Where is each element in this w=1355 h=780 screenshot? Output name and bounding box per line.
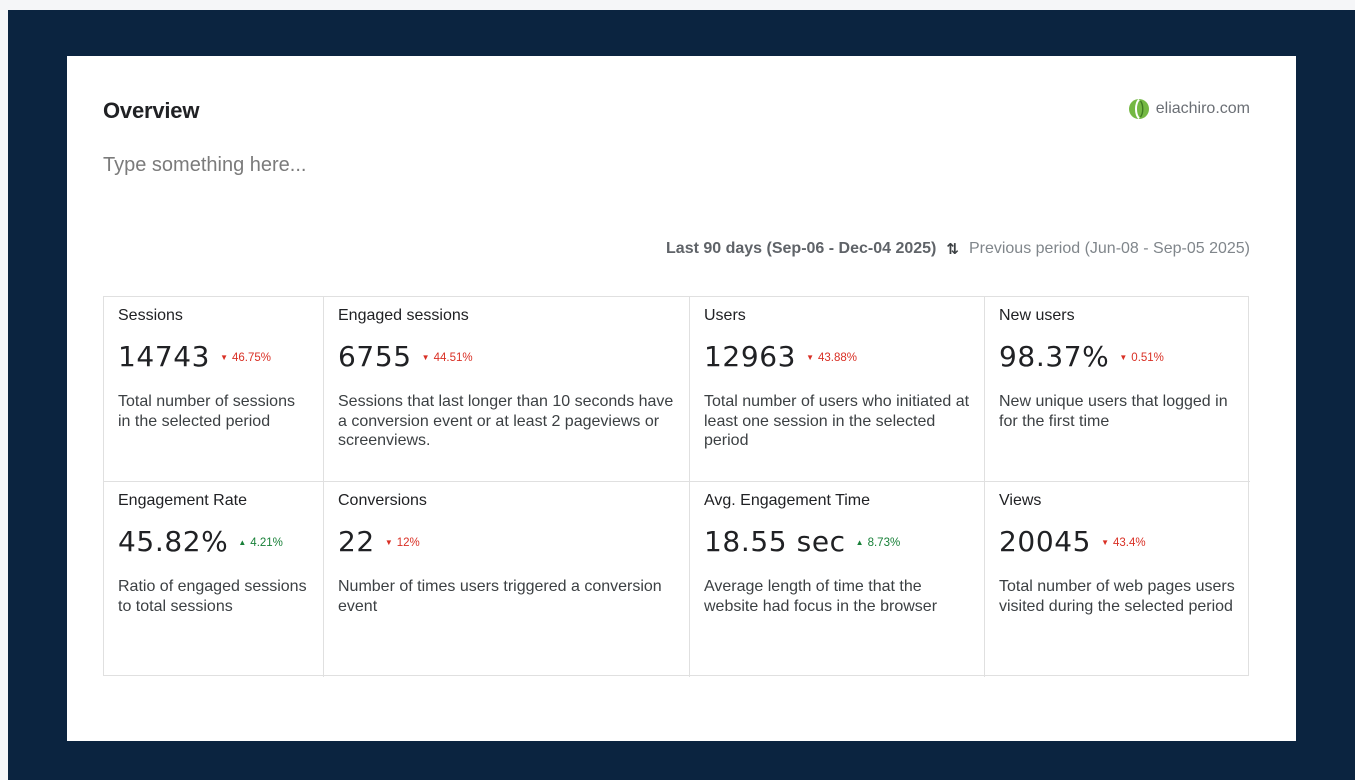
metric-change-value: 12% (396, 537, 420, 549)
metric-description: Average length of time that the website … (704, 578, 938, 615)
left-edge (0, 0, 8, 780)
brand: eliachiro.com (1128, 98, 1250, 120)
metric-change: ▼ 43.4% (1101, 533, 1146, 549)
leaf-logo-icon (1128, 98, 1150, 120)
metric-card-avg-engagement-time: Avg. Engagement Time 18.55 sec ▲ 8.73% A… (690, 482, 985, 677)
metric-card-engaged-sessions: Engaged sessions 6755 ▼ 44.51% Sessions … (324, 297, 690, 482)
metric-value: 20045 (999, 524, 1092, 558)
comparison-period[interactable]: Previous period (Jun-08 - Sep-05 2025) (969, 240, 1250, 258)
metric-card-views: Views 20045 ▼ 43.4% Total number of web … (985, 482, 1250, 677)
metric-change: ▲ 8.73% (856, 533, 901, 549)
metric-description: Number of times users triggered a conver… (338, 578, 662, 615)
page-title: Overview (103, 98, 200, 123)
metric-name: Avg. Engagement Time (704, 492, 871, 509)
metric-change-value: 4.21% (250, 537, 283, 549)
metric-change: ▼ 12% (385, 533, 420, 549)
metric-change: ▲ 4.21% (238, 533, 283, 549)
metric-card-conversions: Conversions 22 ▼ 12% Number of times use… (324, 482, 690, 677)
triangle-down-icon: ▼ (384, 538, 393, 547)
metric-change-value: 46.75% (232, 352, 272, 364)
metric-name: Sessions (118, 307, 183, 324)
metric-change-value: 8.73% (867, 537, 901, 549)
metric-card-users: Users 12963 ▼ 43.88% Total number of use… (690, 297, 985, 482)
metric-change-value: 43.4% (1113, 537, 1146, 549)
metric-name: Conversions (338, 492, 427, 509)
metric-name: Engaged sessions (338, 307, 469, 324)
metric-description: Sessions that last longer than 10 second… (338, 393, 674, 449)
triangle-down-icon: ▼ (220, 353, 228, 362)
current-period[interactable]: Last 90 days (Sep-06 - Dec-04 2025) (666, 240, 936, 258)
metric-change: ▼ 0.51% (1119, 348, 1164, 364)
metric-value: 12963 (704, 339, 797, 373)
metric-description: Total number of web pages users visited … (999, 578, 1235, 615)
metric-change: ▼ 46.75% (220, 348, 271, 364)
metric-change-value: 44.51% (433, 352, 473, 364)
metric-name: Views (999, 492, 1042, 509)
metric-value: 6755 (338, 339, 412, 373)
triangle-down-icon: ▼ (806, 353, 814, 362)
description-input[interactable] (103, 154, 603, 177)
metric-description: Ratio of engaged sessions to total sessi… (118, 578, 307, 615)
metric-change: ▼ 43.88% (806, 348, 857, 364)
triangle-up-icon: ▲ (855, 538, 864, 547)
metric-description: Total number of users who initiated at l… (704, 393, 970, 449)
metric-card-sessions: Sessions 14743 ▼ 46.75% Total number of … (104, 297, 324, 482)
metric-description: Total number of sessions in the selected… (118, 393, 295, 430)
metric-value: 98.37% (999, 339, 1110, 373)
metric-name: Users (704, 307, 746, 324)
triangle-down-icon: ▼ (1101, 538, 1109, 547)
metric-description: New unique users that logged in for the … (999, 393, 1228, 430)
overview-card: Overview eliachiro.com Last 90 days (Sep… (67, 56, 1296, 741)
metric-change-value: 43.88% (818, 352, 858, 364)
triangle-up-icon: ▲ (238, 538, 247, 547)
brand-label: eliachiro.com (1155, 100, 1250, 117)
metric-card-new-users: New users 98.37% ▼ 0.51% New unique user… (985, 297, 1250, 482)
metric-value: 18.55 sec (704, 524, 846, 558)
metric-card-engagement-rate: Engagement Rate 45.82% ▲ 4.21% Ratio of … (104, 482, 324, 677)
metric-value: 45.82% (118, 524, 229, 558)
metric-name: New users (999, 307, 1075, 324)
triangle-down-icon: ▼ (421, 353, 430, 362)
metric-value: 14743 (118, 339, 211, 373)
triangle-down-icon: ▼ (1119, 353, 1128, 362)
metric-name: Engagement Rate (118, 492, 247, 509)
swap-arrows-icon[interactable]: ⇅ (944, 240, 961, 258)
metrics-grid: Sessions 14743 ▼ 46.75% Total number of … (103, 296, 1250, 677)
metric-change: ▼ 44.51% (422, 348, 473, 364)
date-range-selector[interactable]: Last 90 days (Sep-06 - Dec-04 2025) ⇅ Pr… (666, 240, 1250, 258)
metric-change-value: 0.51% (1131, 352, 1164, 364)
metric-value: 22 (338, 524, 375, 558)
top-edge (0, 0, 1355, 10)
